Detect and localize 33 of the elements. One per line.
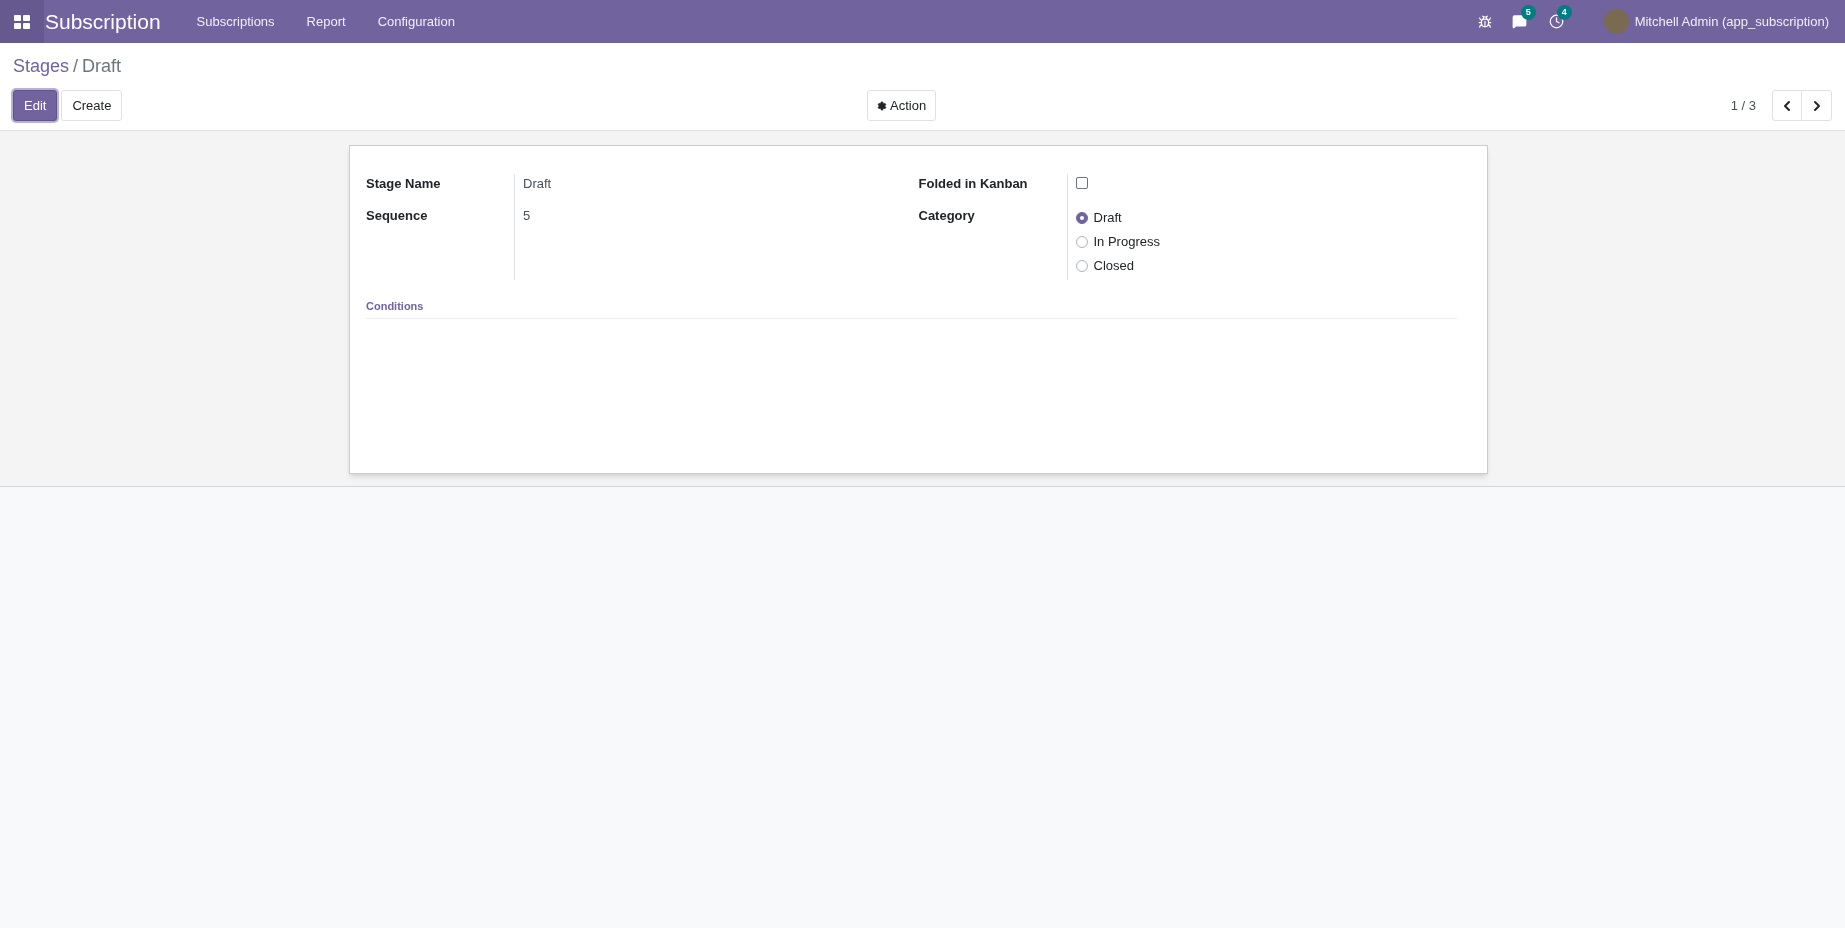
menu-item[interactable]: Subscriptions xyxy=(180,11,291,32)
app-name[interactable]: Subscription xyxy=(45,5,161,38)
checkbox[interactable] xyxy=(1075,177,1088,189)
radio-label[interactable]: In Progress xyxy=(1093,232,1160,252)
field-value: Draft xyxy=(523,175,552,192)
radio-button[interactable] xyxy=(1075,260,1088,272)
radio-button[interactable] xyxy=(1075,236,1088,248)
pager-counter: 1 / 3 xyxy=(1730,96,1756,115)
menu-item[interactable]: Report xyxy=(290,11,362,32)
chat-icon[interactable] xyxy=(1511,14,1527,29)
section-title: Conditions xyxy=(366,298,1457,319)
user-menu[interactable]: Mitchell Admin (app_subscription) xyxy=(1634,11,1829,32)
field-value: 5 xyxy=(523,207,532,224)
clock-icon[interactable] xyxy=(1548,14,1564,29)
create-button[interactable]: Create xyxy=(61,90,123,121)
edit-button[interactable]: Edit xyxy=(13,90,58,121)
radio-button[interactable] xyxy=(1075,212,1088,224)
activity-count-badge: 4 xyxy=(1556,5,1572,20)
radio-label[interactable]: Draft xyxy=(1093,208,1122,228)
action-button[interactable]: Action xyxy=(867,90,937,121)
apps-menu-icon[interactable] xyxy=(0,0,44,43)
field-label: Folded in Kanban xyxy=(918,175,1029,192)
field-label: Sequence xyxy=(366,207,429,224)
breadcrumb-current: Draft xyxy=(82,55,122,78)
breadcrumb-link[interactable]: Stages xyxy=(13,53,70,80)
gear-icon xyxy=(877,100,887,111)
radio-label[interactable]: Closed xyxy=(1093,256,1134,276)
menu-item[interactable]: Configuration xyxy=(361,11,471,32)
field-label: Stage Name xyxy=(366,175,442,192)
breadcrumb-separator: / xyxy=(73,55,79,78)
field-label: Category xyxy=(918,207,976,224)
debug-icon[interactable] xyxy=(1477,14,1492,29)
message-count-badge: 5 xyxy=(1520,5,1536,20)
